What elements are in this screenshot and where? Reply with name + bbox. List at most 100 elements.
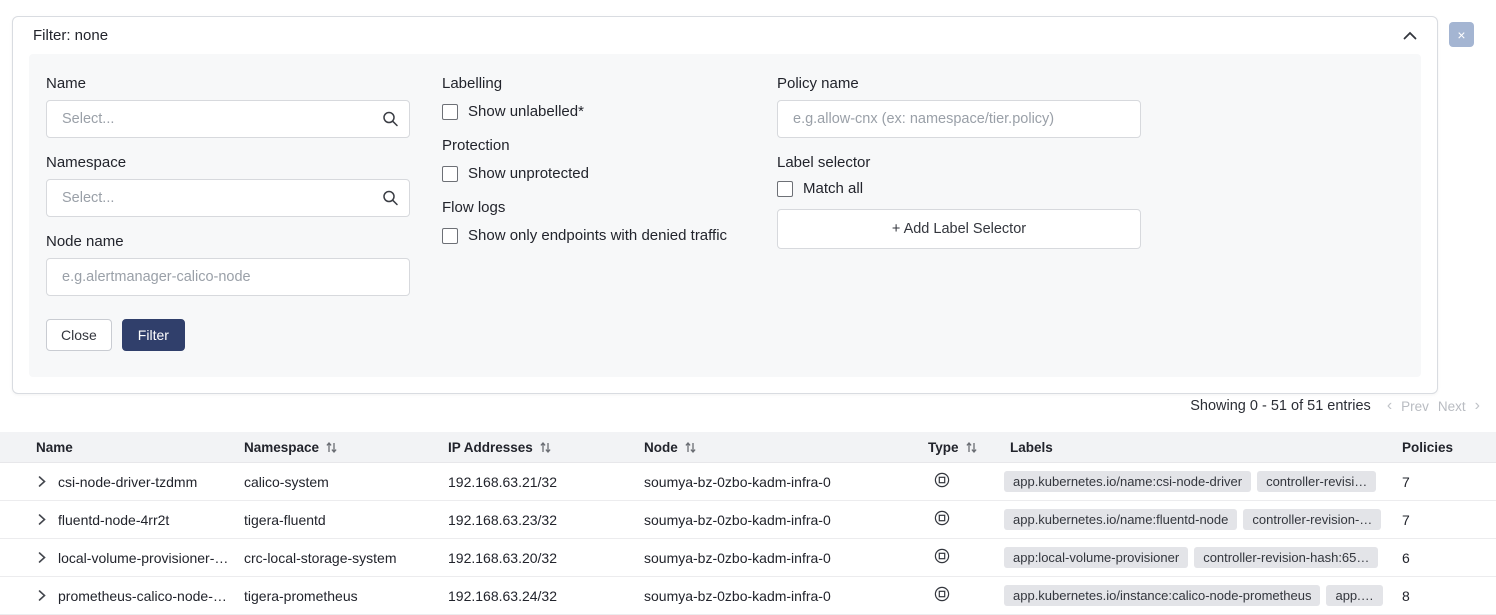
node-name-field-group: Node name [46,233,410,296]
policies-count: 8 [1396,588,1496,604]
labelling-heading: Labelling [442,75,745,92]
policies-count: 6 [1396,550,1496,566]
pager: ‹ Prev Next › [1387,397,1480,415]
next-button[interactable]: Next [1438,399,1466,414]
flow-logs-heading: Flow logs [442,199,745,216]
filter-panel: Filter: none Name Namespace [12,16,1438,394]
node-name-input[interactable] [46,258,410,296]
add-label-selector-button[interactable]: + Add Label Selector [777,209,1141,249]
protection-group: Protection Show unprotected [442,137,745,182]
close-panel-button[interactable]: × [1449,22,1474,47]
expand-chevron-icon[interactable] [38,475,46,488]
endpoint-namespace: tigera-fluentd [244,512,448,528]
endpoint-node: soumya-bz-0zbo-kadm-infra-0 [644,550,928,566]
table-header-row: Name Namespace IP Addresses Node Type [0,432,1496,463]
prev-chevron-icon[interactable]: ‹ [1387,397,1392,415]
close-button[interactable]: Close [46,319,112,351]
close-icon: × [1457,28,1465,42]
name-field-label: Name [46,75,410,92]
table-row[interactable]: fluentd-node-4rr2t tigera-fluentd 192.16… [0,501,1496,539]
policy-name-field-group: Policy name [777,75,1141,138]
policies-count: 7 [1396,512,1496,528]
column-header-node[interactable]: Node [644,440,928,455]
prev-button[interactable]: Prev [1401,399,1429,414]
filter-column-2: Labelling Show unlabelled* Protection Sh… [442,75,745,351]
endpoint-name: prometheus-calico-node-… [58,588,227,604]
workload-endpoint-icon [934,510,950,529]
namespace-field-label: Namespace [46,154,410,171]
table-row[interactable]: csi-node-driver-tzdmm calico-system 192.… [0,463,1496,501]
policy-name-input[interactable] [777,100,1141,138]
endpoint-ip: 192.168.63.21/32 [448,474,644,490]
endpoint-namespace: tigera-prometheus [244,588,448,604]
match-all-label[interactable]: Match all [803,180,863,197]
label-pill: controller-revision-hash:65… [1194,547,1378,568]
show-unprotected-label[interactable]: Show unprotected [468,165,589,182]
workload-endpoint-icon [934,586,950,605]
endpoint-node: soumya-bz-0zbo-kadm-infra-0 [644,474,928,490]
endpoint-node: soumya-bz-0zbo-kadm-infra-0 [644,588,928,604]
label-pill: app:local-volume-provisioner [1004,547,1188,568]
label-pill: controller-revisi… [1257,471,1376,492]
endpoint-ip: 192.168.63.20/32 [448,550,644,566]
name-field-group: Name [46,75,410,138]
endpoint-name: local-volume-provisioner-… [58,550,228,566]
workload-endpoint-icon [934,472,950,491]
sort-icon[interactable] [539,441,552,454]
sort-icon[interactable] [325,441,338,454]
endpoint-ip: 192.168.63.24/32 [448,588,644,604]
column-header-name: Name [0,440,244,455]
expand-chevron-icon[interactable] [38,589,46,602]
column-header-namespace[interactable]: Namespace [244,440,448,455]
filter-button[interactable]: Filter [122,319,185,351]
sort-icon[interactable] [684,441,697,454]
column-header-type[interactable]: Type [928,440,1004,455]
table-row[interactable]: prometheus-calico-node-… tigera-promethe… [0,577,1496,615]
flow-logs-group: Flow logs Show only endpoints with denie… [442,199,745,244]
match-all-checkbox[interactable] [777,181,793,197]
endpoint-name: fluentd-node-4rr2t [58,512,169,528]
show-unprotected-checkbox[interactable] [442,166,458,182]
chevron-up-icon[interactable] [1403,31,1417,40]
show-unlabelled-label[interactable]: Show unlabelled* [468,103,584,120]
filter-column-3: Policy name Label selector Match all + A… [777,75,1141,351]
filter-panel-header[interactable]: Filter: none [13,17,1437,54]
policy-name-field-label: Policy name [777,75,1141,92]
namespace-select-input[interactable] [46,179,410,217]
search-icon[interactable] [382,190,399,207]
denied-traffic-label[interactable]: Show only endpoints with denied traffic [468,227,727,244]
filter-column-1: Name Namespace Node name [46,75,410,351]
expand-chevron-icon[interactable] [38,513,46,526]
label-pill: app.kubernetes.io/name:csi-node-driver [1004,471,1251,492]
search-icon[interactable] [382,111,399,128]
label-selector-group: Label selector Match all + Add Label Sel… [777,154,1141,249]
endpoint-name: csi-node-driver-tzdmm [58,474,197,490]
endpoints-table: Name Namespace IP Addresses Node Type [0,432,1496,615]
policies-count: 7 [1396,474,1496,490]
show-unlabelled-checkbox[interactable] [442,104,458,120]
label-pill: app.kubernetes.io/name:fluentd-node [1004,509,1237,530]
endpoint-node: soumya-bz-0zbo-kadm-infra-0 [644,512,928,528]
table-row[interactable]: local-volume-provisioner-… crc-local-sto… [0,539,1496,577]
entries-count: Showing 0 - 51 of 51 entries [1190,398,1371,414]
next-chevron-icon[interactable]: › [1475,397,1480,415]
filter-panel-body: Name Namespace Node name [29,54,1421,377]
sort-icon[interactable] [965,441,978,454]
endpoint-ip: 192.168.63.23/32 [448,512,644,528]
denied-traffic-checkbox[interactable] [442,228,458,244]
protection-heading: Protection [442,137,745,154]
labelling-group: Labelling Show unlabelled* [442,75,745,120]
name-select-input[interactable] [46,100,410,138]
filter-title: Filter: none [33,27,108,44]
node-name-field-label: Node name [46,233,410,250]
label-selector-heading: Label selector [777,154,1141,171]
endpoint-namespace: calico-system [244,474,448,490]
expand-chevron-icon[interactable] [38,551,46,564]
label-pill: controller-revision-… [1243,509,1381,530]
column-header-policies: Policies [1396,440,1496,455]
column-header-labels: Labels [1004,440,1396,455]
endpoint-namespace: crc-local-storage-system [244,550,448,566]
workload-endpoint-icon [934,548,950,567]
pagination-bar: Showing 0 - 51 of 51 entries ‹ Prev Next… [1190,397,1480,415]
column-header-ip-addresses[interactable]: IP Addresses [448,440,644,455]
